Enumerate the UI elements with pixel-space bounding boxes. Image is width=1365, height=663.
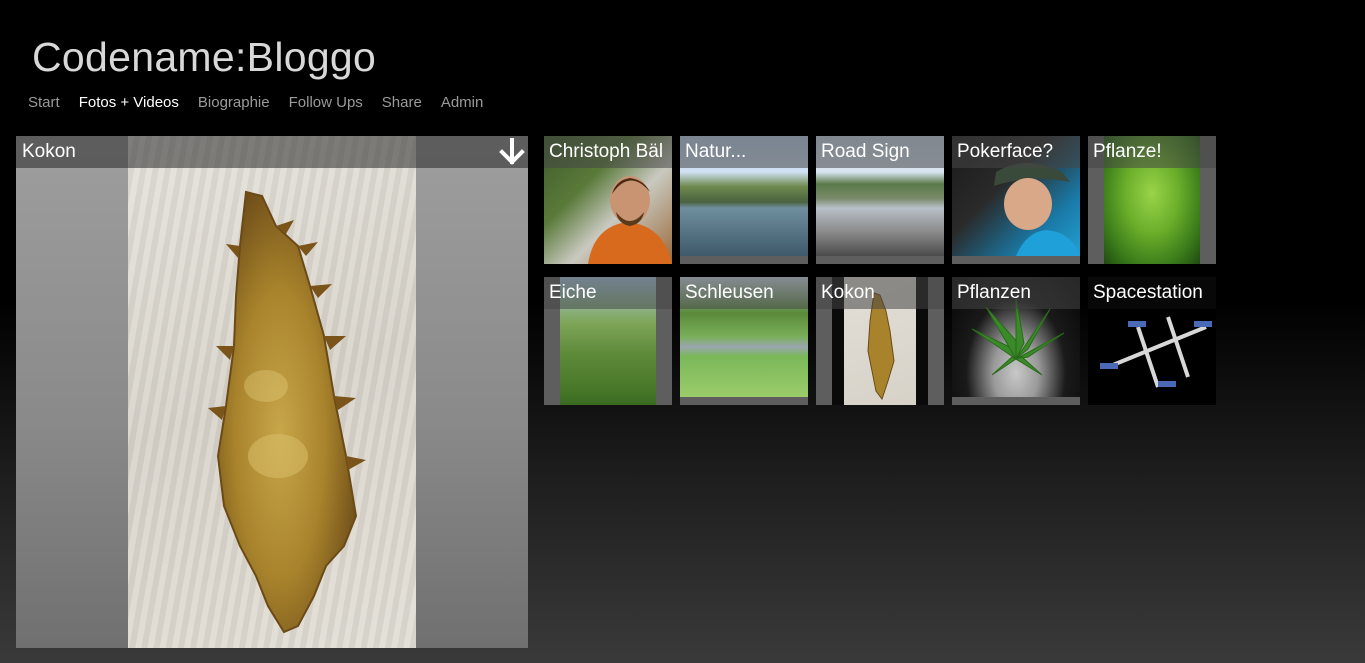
tile-image-station xyxy=(1100,316,1212,388)
nav-item-share[interactable]: Share xyxy=(382,94,422,111)
viewer-title-bar xyxy=(16,136,528,168)
tile-caption: Road Sign xyxy=(821,141,910,162)
photo-tile[interactable]: Schleusen xyxy=(680,277,808,405)
tile-caption: Eiche xyxy=(549,282,597,303)
arrow-down-icon[interactable] xyxy=(496,136,528,168)
tile-caption: Kokon xyxy=(821,282,875,303)
nav-item-biographie[interactable]: Biographie xyxy=(198,94,270,111)
site-title: Codename:Bloggo xyxy=(32,34,377,80)
photo-tile[interactable]: Christoph Bäl xyxy=(544,136,672,264)
tile-image-person xyxy=(588,176,672,264)
photo-tile[interactable]: Pflanze! xyxy=(1088,136,1216,264)
photo-viewer: Kokon xyxy=(16,136,528,648)
tile-image-person xyxy=(994,163,1080,256)
photo-tile[interactable]: Eiche xyxy=(544,277,672,405)
photo-tile[interactable]: Pflanzen xyxy=(952,277,1080,405)
tile-caption: Pokerface? xyxy=(957,141,1054,162)
tile-caption: Natur... xyxy=(685,141,747,162)
tile-caption: Christoph Bäl xyxy=(549,141,664,162)
tile-image-leaf xyxy=(971,299,1065,376)
nav-item-follow-ups[interactable]: Follow Ups xyxy=(289,94,363,111)
tile-caption: Schleusen xyxy=(685,282,774,303)
nav-item-start[interactable]: Start xyxy=(28,94,60,111)
tile-caption: Spacestation xyxy=(1093,282,1203,303)
viewer-title: Kokon xyxy=(22,141,76,162)
cocoon-image xyxy=(208,190,366,634)
photo-tile[interactable]: Spacestation xyxy=(1088,277,1216,405)
main-nav: Start Fotos + Videos Biographie Follow U… xyxy=(28,94,483,111)
photo-tile[interactable]: Kokon xyxy=(816,277,944,405)
nav-item-fotos-videos[interactable]: Fotos + Videos xyxy=(79,94,179,111)
nav-item-admin[interactable]: Admin xyxy=(441,94,484,111)
photo-tile[interactable]: Natur... xyxy=(680,136,808,264)
photo-tile[interactable]: Road Sign xyxy=(816,136,944,264)
tile-caption: Pflanze! xyxy=(1093,141,1162,162)
tile-caption: Pflanzen xyxy=(957,282,1031,303)
photo-tile[interactable]: Pokerface? xyxy=(952,136,1080,264)
